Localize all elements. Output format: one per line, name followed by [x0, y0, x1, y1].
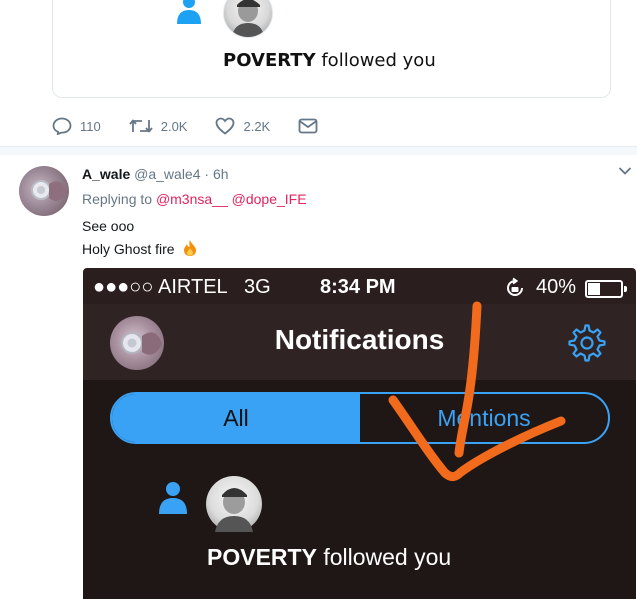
tweet-text-line-2-text: Holy Ghost fire	[82, 241, 175, 257]
battery-icon	[585, 280, 627, 298]
follow-notification-text: POVERTY followed you	[223, 50, 436, 71]
follow-notification-text: POVERTY followed you	[207, 544, 451, 571]
status-bar: ●●●○○ AIRTEL 3G 8:34 PM 40%	[83, 268, 636, 304]
tab-all[interactable]: All	[112, 394, 360, 442]
author-avatar[interactable]	[19, 166, 69, 216]
carrier-name: AIRTEL	[158, 276, 228, 298]
like-count: 2.2K	[243, 118, 271, 134]
network-type: 3G	[244, 276, 271, 298]
follower-name: POVERTY	[223, 50, 316, 71]
page-title: Notifications	[274, 324, 445, 355]
retweet-button[interactable]: 2.0K	[129, 118, 188, 134]
retweet-icon	[129, 119, 153, 133]
tweet-action-bar: 110 2.0K 2.2K	[52, 115, 354, 137]
reply-button[interactable]: 110	[52, 117, 101, 135]
attached-screenshot[interactable]: ●●●○○ AIRTEL 3G 8:34 PM 40% Notification…	[83, 268, 636, 599]
follower-avatar[interactable]	[223, 0, 273, 38]
follower-name: POVERTY	[207, 544, 317, 570]
tweet-text-line-2: Holy Ghost fire	[82, 239, 198, 257]
author-handle-time[interactable]: @a_wale4 · 6h	[134, 166, 228, 182]
heart-icon	[216, 117, 235, 135]
notifications-header: Notifications	[83, 304, 636, 380]
reply-icon	[52, 117, 72, 135]
rotation-lock-icon	[507, 277, 523, 296]
quoted-tweet-card[interactable]: POVERTY followed you	[52, 0, 611, 98]
replying-to-label: Replying to	[82, 191, 153, 207]
envelope-icon	[298, 118, 318, 134]
follower-avatar[interactable]	[206, 476, 262, 532]
follow-action-text: followed you	[321, 50, 436, 71]
direct-message-button[interactable]	[298, 118, 326, 134]
like-button[interactable]: 2.2K	[215, 117, 270, 135]
gear-icon[interactable]	[568, 324, 606, 362]
signal-dots: ●●●○○	[93, 276, 154, 298]
person-icon	[159, 482, 187, 514]
tweet-divider	[0, 146, 637, 155]
fire-icon	[184, 240, 197, 256]
replying-mentions[interactable]: @m3nsa__ @dope_IFE	[156, 191, 307, 207]
notifications-content: All Mentions POVERTY followed you	[83, 380, 636, 599]
notifications-filter: All Mentions	[110, 392, 610, 444]
follow-action-text: followed you	[323, 544, 452, 570]
reply-count: 110	[80, 118, 101, 134]
tab-mentions[interactable]: Mentions	[360, 394, 608, 442]
chevron-down-icon[interactable]	[618, 166, 632, 176]
tweet-text-line-1: See ooo	[82, 218, 135, 234]
retweet-count: 2.0K	[160, 118, 188, 134]
author-line: A_wale @a_wale4 · 6h	[82, 166, 229, 182]
replying-to-line: Replying to @m3nsa__ @dope_IFE	[82, 191, 307, 207]
status-time: 8:34 PM	[320, 276, 396, 298]
author-name[interactable]: A_wale	[82, 166, 130, 182]
person-icon	[177, 0, 201, 24]
battery-percent: 40%	[536, 276, 577, 298]
